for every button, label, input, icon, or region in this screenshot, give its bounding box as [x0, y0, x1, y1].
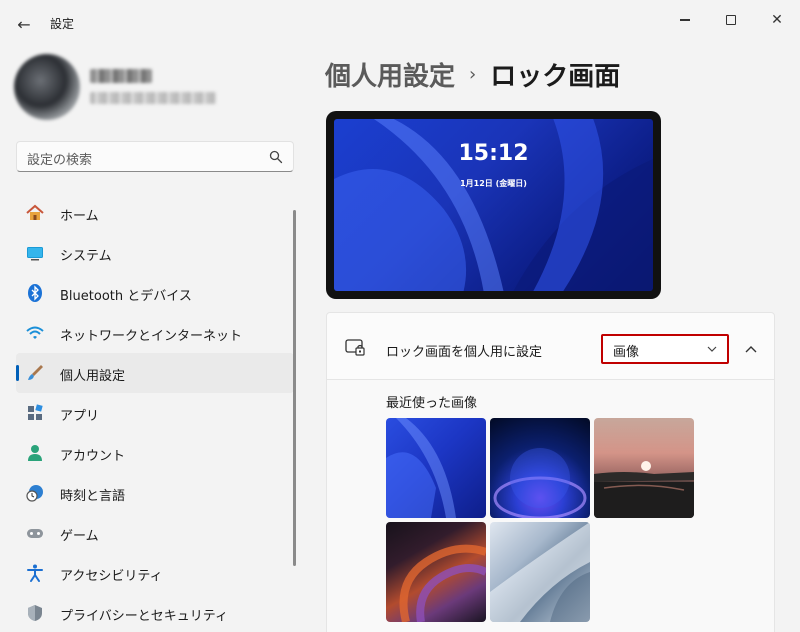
preview-date: 1月12日 (金曜日) — [460, 179, 527, 188]
brush-icon — [25, 363, 45, 383]
sidebar-item-network[interactable]: ネットワークとインターネット — [16, 313, 294, 353]
page-title: ロック画面 — [490, 62, 621, 92]
close-icon: ✕ — [771, 12, 783, 28]
sidebar-item-label: 個人用設定 — [60, 369, 126, 384]
sidebar-item-label: Bluetooth とデバイス — [60, 289, 192, 304]
shield-icon — [25, 603, 45, 623]
sidebar-item-accounts[interactable]: アカウント — [16, 433, 294, 473]
sidebar-item-label: アプリ — [60, 409, 100, 424]
home-icon — [25, 203, 45, 223]
recent-image-thumbnail[interactable] — [490, 418, 590, 518]
breadcrumb: 個人用設定 › ロック画面 — [325, 56, 620, 93]
recent-image-thumbnail[interactable] — [490, 522, 590, 622]
gamepad-icon — [25, 523, 45, 543]
sidebar-item-label: ゲーム — [60, 529, 99, 544]
back-button[interactable]: ← — [12, 12, 36, 36]
recent-image-thumbnail[interactable] — [386, 418, 486, 518]
sidebar-item-apps[interactable]: アプリ — [16, 393, 294, 433]
flowing-ribbon-image — [399, 544, 486, 622]
breadcrumb-separator-icon: › — [469, 64, 477, 85]
back-arrow-icon: ← — [17, 14, 31, 34]
user-email-blurred — [90, 92, 216, 104]
app-title: 設定 — [50, 17, 75, 31]
title-bar: ← 設定 ✕ — [0, 0, 800, 44]
lock-screen-icon — [345, 339, 365, 356]
preview-time: 15:12 — [458, 141, 529, 166]
chevron-down-icon — [707, 346, 717, 352]
sidebar-item-privacy[interactable]: プライバシーとセキュリティ — [16, 593, 294, 632]
minimize-icon — [680, 19, 690, 21]
recent-image-thumbnail[interactable] — [386, 522, 486, 622]
sidebar-item-label: システム — [60, 249, 112, 264]
minimize-button[interactable] — [665, 6, 705, 34]
sidebar-scrollbar[interactable] — [293, 210, 296, 566]
bloom-blue-image — [386, 418, 456, 518]
sidebar-item-bluetooth[interactable]: Bluetooth とデバイス — [16, 273, 294, 313]
glow-orb-image — [493, 448, 587, 518]
system-icon — [25, 243, 45, 263]
accessibility-icon — [25, 563, 45, 583]
recent-images-label: 最近使った画像 — [386, 396, 478, 411]
sidebar-item-home[interactable]: ホーム — [16, 193, 294, 233]
apps-icon — [25, 403, 45, 423]
lock-screen-type-dropdown[interactable]: 画像 — [601, 334, 729, 364]
search-input[interactable]: 設定の検索 — [27, 149, 92, 168]
bluetooth-icon — [25, 283, 45, 303]
sidebar-item-personalization[interactable]: 個人用設定 — [16, 353, 294, 393]
maximize-button[interactable] — [711, 6, 751, 34]
wifi-icon — [25, 323, 45, 343]
search-icon — [269, 150, 283, 164]
account-icon — [25, 443, 45, 463]
lock-screen-personalize-label: ロック画面を個人用に設定 — [386, 345, 543, 360]
dropdown-selected-value: 画像 — [613, 345, 640, 360]
user-name-blurred — [90, 69, 152, 83]
clock-globe-icon — [25, 483, 45, 503]
recent-image-thumbnail[interactable] — [594, 418, 694, 518]
sidebar-item-accessibility[interactable]: アクセシビリティ — [16, 553, 294, 593]
lock-screen-personalize-card[interactable]: ロック画面を個人用に設定 画像 — [326, 312, 775, 380]
sidebar-item-time-language[interactable]: 時刻と言語 — [16, 473, 294, 513]
sidebar-nav: ホーム システム Bluetooth とデバイス ネットワークとインターネット … — [16, 193, 294, 632]
avatar[interactable] — [14, 54, 80, 120]
breadcrumb-parent[interactable]: 個人用設定 — [325, 56, 455, 93]
sidebar-item-label: アカウント — [60, 449, 126, 464]
sidebar-item-label: 時刻と言語 — [60, 489, 126, 504]
sidebar-item-gaming[interactable]: ゲーム — [16, 513, 294, 553]
lock-screen-preview: 15:12 1月12日 (金曜日) — [326, 111, 661, 299]
sunset-lake-image — [594, 461, 694, 518]
sidebar-item-label: ホーム — [60, 209, 99, 224]
close-button[interactable]: ✕ — [757, 6, 797, 34]
search-box[interactable]: 設定の検索 — [16, 141, 294, 172]
sidebar-item-system[interactable]: システム — [16, 233, 294, 273]
preview-screen: 15:12 1月12日 (金曜日) — [334, 119, 653, 291]
chevron-up-icon[interactable] — [741, 339, 761, 359]
silver-bloom-image — [490, 522, 590, 622]
sidebar-item-label: ネットワークとインターネット — [60, 329, 243, 344]
sidebar-item-label: プライバシーとセキュリティ — [60, 609, 228, 624]
maximize-icon — [726, 15, 736, 25]
sidebar-item-label: アクセシビリティ — [60, 569, 163, 584]
recent-images-panel: 最近使った画像 — [326, 380, 775, 632]
